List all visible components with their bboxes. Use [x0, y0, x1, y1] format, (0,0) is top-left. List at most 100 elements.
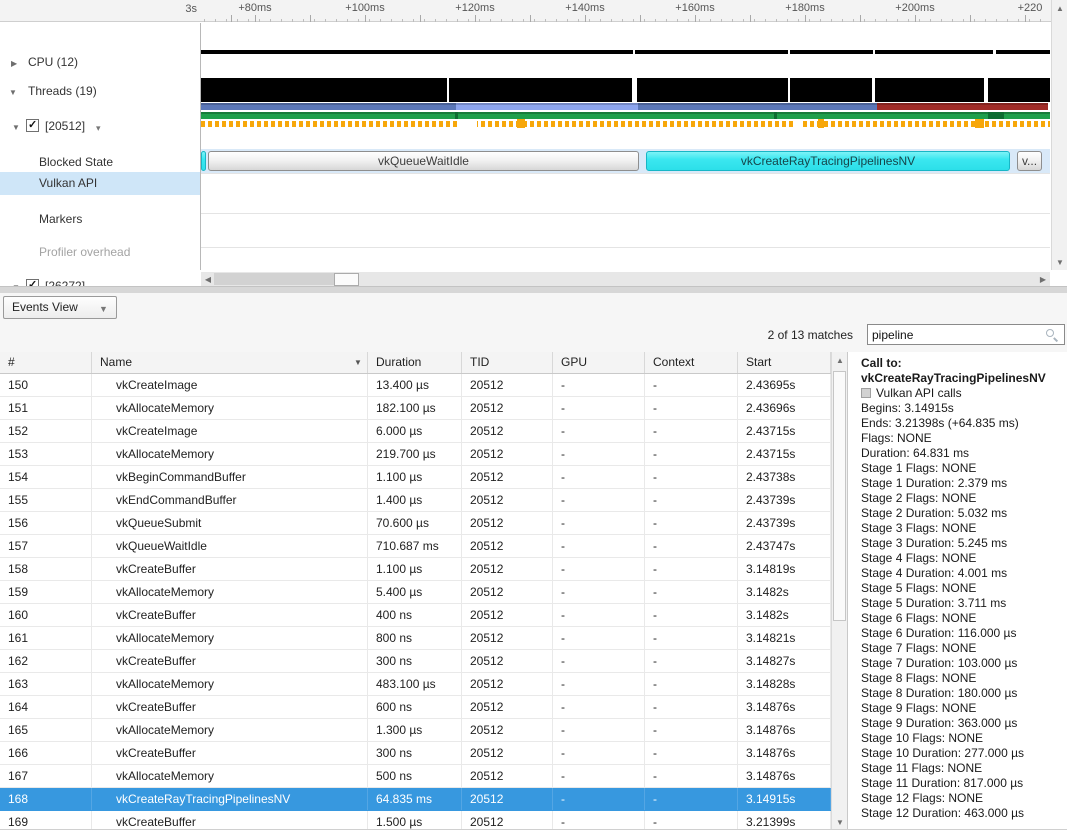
cell-num: 153 — [0, 443, 92, 465]
cell-tid: 20512 — [462, 512, 553, 534]
timeline-vertical-scrollbar[interactable]: ▲ ▼ — [1051, 0, 1067, 270]
cell-tid: 20512 — [462, 742, 553, 764]
table-row[interactable]: 168vkCreateRayTracingPipelinesNV64.835 m… — [0, 788, 831, 811]
cell-start: 2.43696s — [738, 397, 831, 419]
table-scrollbar-thumb[interactable] — [833, 371, 846, 621]
sidebar-item-vulkan-api[interactable]: Vulkan API — [0, 175, 200, 192]
timeline-ruler[interactable]: 3s +80ms+100ms+120ms+140ms+160ms+180ms+2… — [0, 0, 1051, 22]
table-row[interactable]: 155vkEndCommandBuffer1.400 µs20512--2.43… — [0, 489, 831, 512]
table-row[interactable]: 152vkCreateImage6.000 µs20512--2.43715s — [0, 420, 831, 443]
table-row[interactable]: 150vkCreateImage13.400 µs20512--2.43695s — [0, 374, 831, 397]
sidebar-item-thread-20512[interactable]: ▼✓[20512]▾ — [0, 118, 200, 135]
row-checkbox[interactable]: ✓ — [26, 119, 39, 132]
scroll-left-icon[interactable]: ◀ — [202, 273, 214, 285]
chevron-down-icon: ▼ — [99, 299, 108, 320]
table-row[interactable]: 163vkAllocateMemory483.100 µs20512--3.14… — [0, 673, 831, 696]
chevron-down-icon[interactable]: ▾ — [96, 120, 101, 137]
vulkan-range-vkcreateraytracingpipelinesnv[interactable]: vkCreateRayTracingPipelinesNV — [646, 151, 1010, 171]
events-table: 150vkCreateImage13.400 µs20512--2.43695s… — [0, 374, 831, 830]
bar-gap — [873, 50, 875, 54]
cell-context: - — [645, 420, 738, 442]
sidebar-item-threads[interactable]: ▼Threads (19) — [0, 83, 200, 100]
table-row[interactable]: 151vkAllocateMemory182.100 µs20512--2.43… — [0, 397, 831, 420]
column-header-num[interactable]: # — [0, 352, 92, 373]
table-row[interactable]: 156vkQueueSubmit70.600 µs20512--2.43739s — [0, 512, 831, 535]
cell-duration: 5.400 µs — [368, 581, 462, 603]
search-input[interactable] — [872, 326, 1040, 343]
scroll-up-icon[interactable]: ▲ — [833, 353, 847, 367]
column-header-gpu[interactable]: GPU — [553, 352, 645, 373]
cell-tid: 20512 — [462, 374, 553, 396]
cell-num: 163 — [0, 673, 92, 695]
cell-duration: 1.100 µs — [368, 558, 462, 580]
sidebar-item-cpu[interactable]: ▶CPU (12) — [0, 54, 200, 71]
cell-tid: 20512 — [462, 420, 553, 442]
cell-start: 3.14827s — [738, 650, 831, 672]
cell-context: - — [645, 397, 738, 419]
table-row[interactable]: 160vkCreateBuffer400 ns20512--3.1482s — [0, 604, 831, 627]
vulkan-range-sliver[interactable] — [201, 151, 206, 171]
cell-duration: 483.100 µs — [368, 673, 462, 695]
table-row[interactable]: 164vkCreateBuffer600 ns20512--3.14876s — [0, 696, 831, 719]
timeline-scrollbar-thumb[interactable] — [334, 273, 359, 286]
table-row[interactable]: 169vkCreateBuffer1.500 µs20512--3.21399s — [0, 811, 831, 830]
events-table-header[interactable]: #Name▼DurationTIDGPUContextStart — [0, 352, 831, 374]
column-header-context[interactable]: Context — [645, 352, 738, 373]
table-row[interactable]: 167vkAllocateMemory500 ns20512--3.14876s — [0, 765, 831, 788]
events-view-dropdown[interactable]: Events View ▼ — [3, 296, 117, 319]
ruler-tick-label: +100ms — [345, 2, 384, 14]
cell-num: 159 — [0, 581, 92, 603]
column-header-start[interactable]: Start — [738, 352, 831, 373]
cell-start: 3.14828s — [738, 673, 831, 695]
cell-tid: 20512 — [462, 466, 553, 488]
cell-start: 3.14819s — [738, 558, 831, 580]
search-box[interactable] — [867, 324, 1065, 345]
sidebar-item-markers[interactable]: Markers — [0, 211, 200, 228]
cell-tid: 20512 — [462, 558, 553, 580]
pane-splitter[interactable] — [0, 286, 1067, 293]
sidebar-item-profiler-overhead[interactable]: Profiler overhead — [0, 244, 200, 261]
cell-name: vkCreateBuffer — [92, 604, 368, 626]
thread-state-segment — [877, 103, 1048, 110]
expand-right-icon[interactable]: ▶ — [11, 55, 17, 72]
cell-gpu: - — [553, 788, 645, 810]
bar-gap — [633, 50, 635, 54]
table-row[interactable]: 165vkAllocateMemory1.300 µs20512--3.1487… — [0, 719, 831, 742]
nsight-profiler-window: 3s +80ms+100ms+120ms+140ms+160ms+180ms+2… — [0, 0, 1067, 830]
cell-start: 2.43695s — [738, 374, 831, 396]
cell-gpu: - — [553, 374, 645, 396]
cell-start: 3.14876s — [738, 696, 831, 718]
table-row[interactable]: 158vkCreateBuffer1.100 µs20512--3.14819s — [0, 558, 831, 581]
green-track-dark-segment — [455, 112, 458, 119]
column-header-name[interactable]: Name▼ — [92, 352, 368, 373]
vulkan-range-v[interactable]: v... — [1017, 151, 1042, 171]
table-row[interactable]: 153vkAllocateMemory219.700 µs20512--2.43… — [0, 443, 831, 466]
scroll-right-icon[interactable]: ▶ — [1037, 273, 1049, 285]
expand-down-icon[interactable]: ▼ — [12, 119, 20, 136]
table-row[interactable]: 161vkAllocateMemory800 ns20512--3.14821s — [0, 627, 831, 650]
details-line: Stage 5 Duration: 3.711 ms — [861, 596, 1067, 611]
scroll-up-icon[interactable]: ▲ — [1053, 1, 1067, 15]
column-header-duration[interactable]: Duration — [368, 352, 462, 373]
table-row[interactable]: 166vkCreateBuffer300 ns20512--3.14876s — [0, 742, 831, 765]
table-row[interactable]: 162vkCreateBuffer300 ns20512--3.14827s — [0, 650, 831, 673]
scroll-down-icon[interactable]: ▼ — [833, 815, 847, 829]
vulkan-range-vkqueuewaitidle[interactable]: vkQueueWaitIdle — [208, 151, 639, 171]
expand-down-icon[interactable]: ▼ — [9, 84, 17, 101]
checkmark-icon: ✓ — [28, 117, 37, 134]
cell-num: 158 — [0, 558, 92, 580]
search-icon — [1046, 329, 1059, 342]
cell-start: 3.14876s — [738, 742, 831, 764]
table-row[interactable]: 159vkAllocateMemory5.400 µs20512--3.1482… — [0, 581, 831, 604]
bar-gap — [872, 78, 875, 102]
sidebar-item-label: Blocked State — [39, 154, 113, 171]
column-header-tid[interactable]: TID — [462, 352, 553, 373]
sidebar-item-blocked-state[interactable]: Blocked State — [0, 154, 200, 171]
cell-start: 3.14876s — [738, 719, 831, 741]
cell-gpu: - — [553, 420, 645, 442]
table-row[interactable]: 157vkQueueWaitIdle710.687 ms20512--2.437… — [0, 535, 831, 558]
search-matches-count: 2 of 13 matches — [713, 328, 853, 342]
cell-name: vkCreateRayTracingPipelinesNV — [92, 788, 368, 810]
scroll-down-icon[interactable]: ▼ — [1053, 255, 1067, 269]
table-row[interactable]: 154vkBeginCommandBuffer1.100 µs20512--2.… — [0, 466, 831, 489]
